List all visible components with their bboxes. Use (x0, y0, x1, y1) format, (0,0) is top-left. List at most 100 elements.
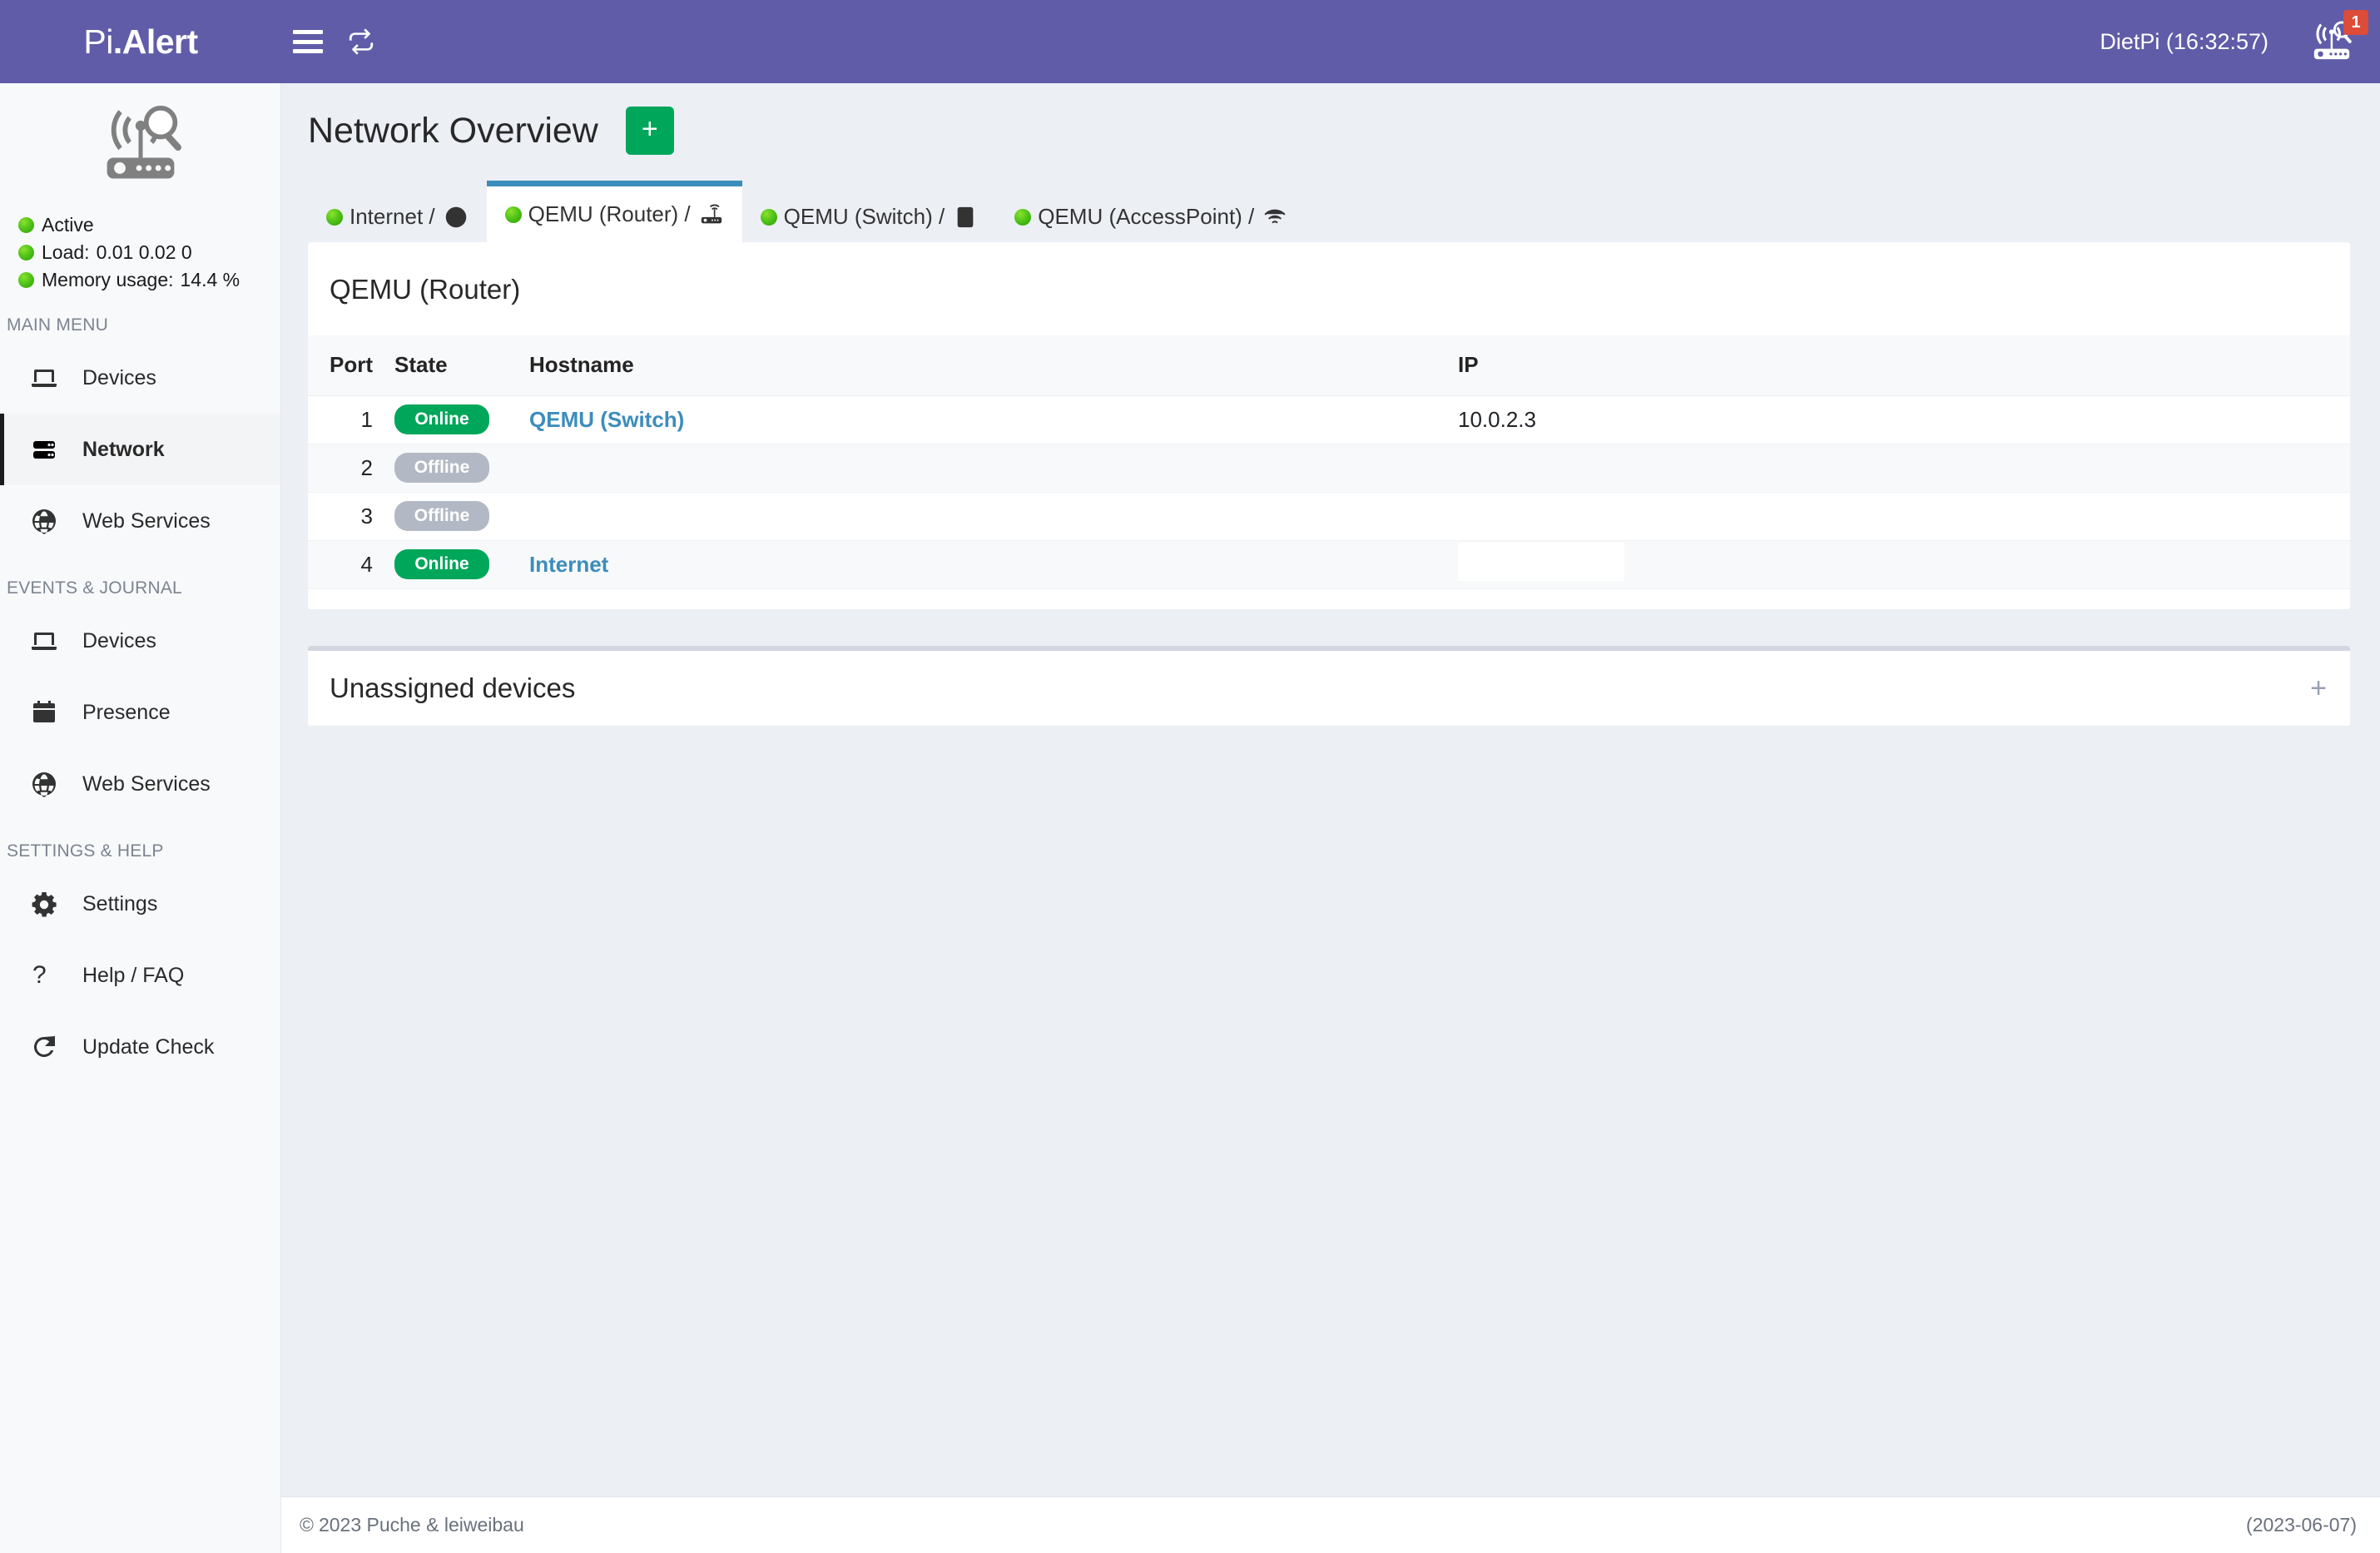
sidebar: Active Load: 0.01 0.02 0 Memory usage: 1… (0, 83, 281, 1553)
main-content: Network Overview + Internet / QEMU (Rout… (281, 83, 2380, 1553)
cell-state: Online (373, 395, 506, 444)
sidebar-item-label: Web Services (82, 509, 211, 533)
unassigned-devices-panel[interactable]: Unassigned devices + (308, 645, 2350, 726)
sidebar-item-label: Help / FAQ (82, 963, 185, 987)
hostname-link[interactable]: Internet (529, 552, 608, 577)
sidebar-item-help-faq[interactable]: ? Help / FAQ (0, 940, 280, 1011)
router-panel: QEMU (Router) Port State Hostname IP 1 O… (308, 242, 2350, 609)
status-badge: Online (394, 549, 489, 579)
column-header-state: State (373, 335, 506, 396)
cell-ip: 10.0.2.3 (1435, 395, 2350, 444)
sidebar-section-events-journal: EVENTS & JOURNAL (7, 578, 182, 598)
sidebar-item-label: Devices (82, 628, 156, 652)
app-logo[interactable]: Pi.Alert (0, 0, 281, 83)
cell-hostname: QEMU (Switch) (506, 395, 1435, 444)
router-icon (699, 203, 724, 226)
sidebar-item-label: Network (82, 437, 165, 461)
tab-internet[interactable]: Internet / (308, 186, 487, 242)
sidebar-item-devices[interactable]: Devices (0, 342, 280, 414)
footer-copyright: © 2023 Puche & leiweibau (300, 1514, 524, 1536)
table-row[interactable]: 4 Online Internet (308, 540, 2350, 589)
globe-icon (31, 508, 64, 534)
green-dot-icon (504, 206, 522, 223)
tab-label: Internet / (350, 204, 435, 229)
copyright-icon: © (300, 1514, 314, 1536)
page-footer: © 2023 Puche & leiweibau (2023-06-07) (281, 1496, 2380, 1553)
notification-badge: 1 (2343, 10, 2368, 35)
status-row-active: Active (18, 211, 280, 239)
network-tabs: Internet / QEMU (Router) / QEMU (Switch)… (308, 181, 2380, 242)
logo-text-light: Pi (83, 22, 113, 61)
laptop-icon (31, 365, 64, 391)
green-dot-icon (760, 208, 777, 226)
sidebar-brand-logo (0, 83, 280, 198)
page-title: Network Overview (308, 110, 598, 151)
cell-ip (1435, 444, 2350, 493)
column-header-port: Port (308, 335, 373, 396)
cell-hostname (506, 444, 1435, 493)
sidebar-item-label: Update Check (82, 1035, 215, 1059)
globe-icon (31, 771, 64, 797)
globe-icon (444, 206, 469, 229)
status-row-memory: Memory usage: 14.4 % (18, 266, 280, 294)
sidebar-item-label: Devices (82, 365, 156, 389)
green-dot-icon (1014, 208, 1032, 226)
sidebar-item-events-devices[interactable]: Devices (0, 605, 280, 677)
sidebar-item-web-services[interactable]: Web Services (0, 485, 280, 557)
refresh-button[interactable] (335, 0, 388, 83)
ports-table-head: Port State Hostname IP (308, 335, 2350, 396)
table-row[interactable]: 1 Online QEMU (Switch) 10.0.2.3 (308, 395, 2350, 444)
tab-qemu-accesspoint[interactable]: QEMU (AccessPoint) / (996, 186, 1306, 242)
sidebar-item-settings[interactable]: Settings (0, 868, 280, 940)
cell-port: 1 (308, 395, 373, 444)
green-dot-icon (326, 208, 343, 226)
sidebar-toggle-button[interactable] (281, 0, 335, 83)
status-badge: Online (394, 404, 489, 434)
hostname-link[interactable]: QEMU (Switch) (529, 407, 684, 432)
sidebar-item-presence[interactable]: Presence (0, 677, 280, 748)
status-label: Memory usage: (42, 269, 174, 290)
unassigned-devices-title: Unassigned devices (330, 672, 576, 703)
table-row[interactable]: 3 Offline (308, 492, 2350, 541)
green-dot-icon (18, 217, 34, 233)
add-network-button[interactable]: + (625, 107, 674, 155)
router-panel-title: QEMU (Router) (330, 274, 521, 305)
sidebar-item-label: Web Services (82, 772, 211, 796)
sidebar-status-list: Active Load: 0.01 0.02 0 Memory usage: 1… (0, 198, 280, 294)
table-row[interactable]: 2 Offline (308, 444, 2350, 493)
cell-ip (1435, 540, 2350, 589)
tab-qemu-router[interactable]: QEMU (Router) / (486, 181, 742, 242)
switch-icon (953, 206, 978, 229)
status-badge: Offline (394, 453, 489, 483)
sidebar-item-update-check[interactable]: Update Check (0, 1011, 280, 1083)
status-label: Load: (42, 241, 90, 263)
column-header-hostname: Hostname (506, 335, 1435, 396)
sidebar-item-network[interactable]: Network (0, 414, 280, 485)
status-value: 0.01 0.02 0 (96, 241, 192, 263)
sidebar-item-events-web-services[interactable]: Web Services (0, 748, 280, 820)
server-icon (31, 436, 64, 463)
notification-button[interactable]: 1 (2292, 0, 2372, 83)
cell-port: 4 (308, 540, 373, 589)
app-root: Pi.Alert DietPi (16:32:57) 1 Active Load… (0, 0, 2380, 1553)
column-header-ip: IP (1435, 335, 2350, 396)
cell-hostname (506, 492, 1435, 541)
status-row-load: Load: 0.01 0.02 0 (18, 239, 280, 266)
status-value: 14.4 % (180, 269, 240, 290)
question-icon: ? (32, 961, 47, 989)
tab-qemu-switch[interactable]: QEMU (Switch) / (742, 186, 997, 242)
plus-icon[interactable]: + (2310, 674, 2327, 702)
cell-state: Offline (373, 444, 506, 493)
wifi-icon (1262, 206, 1287, 229)
sidebar-item-label: Presence (82, 700, 171, 724)
calendar-icon (31, 699, 64, 726)
gear-icon (31, 891, 64, 917)
top-header: Pi.Alert DietPi (16:32:57) 1 (0, 0, 2380, 83)
pialert-router-radar-icon (107, 105, 181, 179)
refresh-icon (349, 28, 374, 55)
cell-hostname: Internet (506, 540, 1435, 589)
laptop-icon (31, 628, 64, 654)
footer-copyright-text: 2023 Puche & leiweibau (318, 1514, 524, 1536)
cell-port: 2 (308, 444, 373, 493)
green-dot-icon (18, 272, 34, 288)
